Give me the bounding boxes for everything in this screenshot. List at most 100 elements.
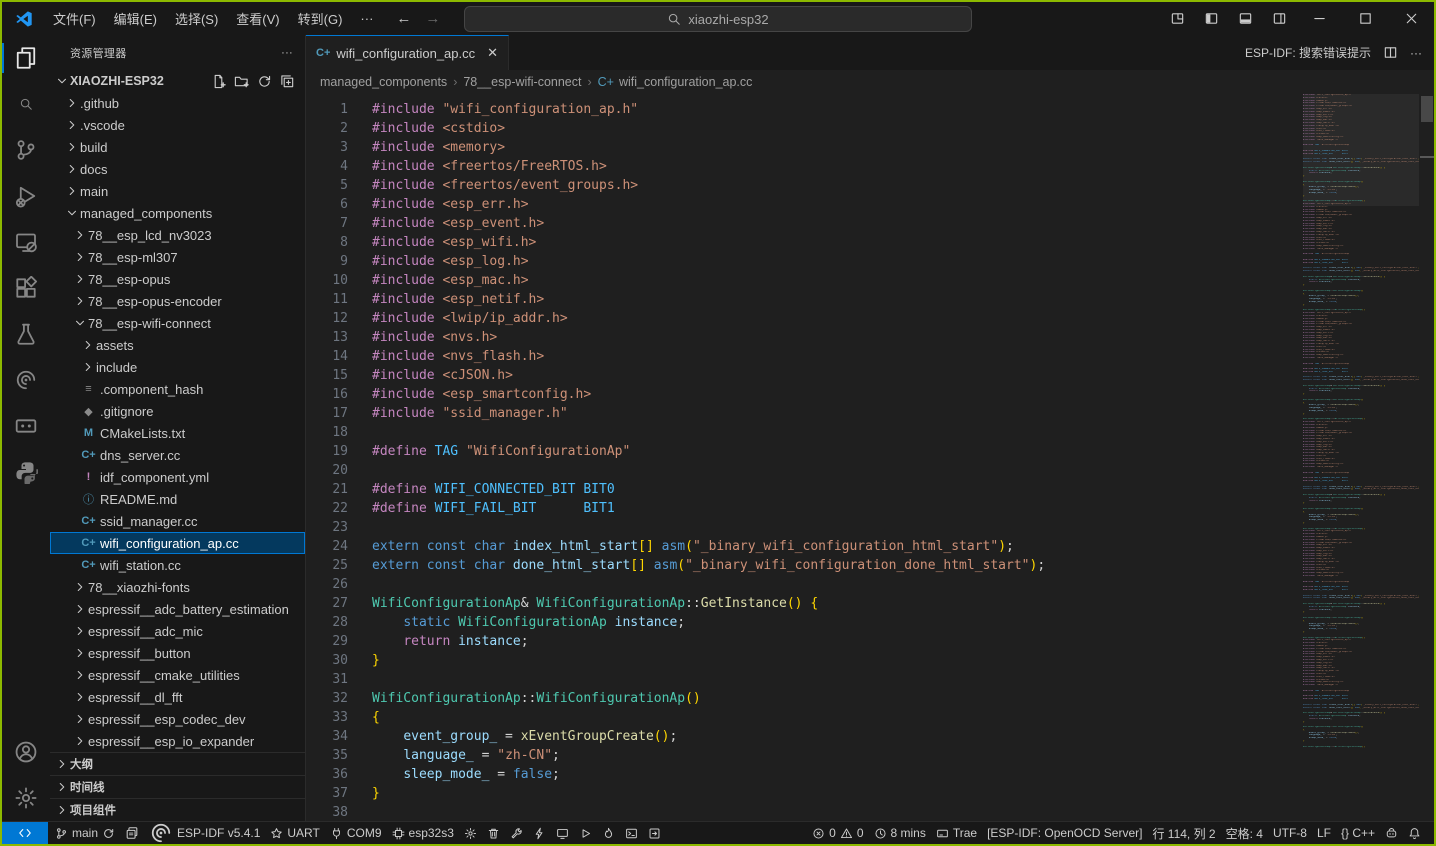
- tree-item-include[interactable]: include: [50, 356, 305, 378]
- collapse-all-icon[interactable]: [280, 74, 295, 89]
- status-cursor-position[interactable]: 行 114, 列 2: [1147, 822, 1220, 844]
- minimize-icon[interactable]: [1296, 2, 1342, 35]
- refresh-icon[interactable]: [257, 74, 272, 89]
- status-remote-indicator[interactable]: [2, 822, 48, 844]
- activity-extensions-icon[interactable]: [2, 265, 50, 311]
- split-editor-icon[interactable]: [1383, 45, 1398, 60]
- tree-item-dns-server-cc[interactable]: C+dns_server.cc: [50, 444, 305, 466]
- new-file-icon[interactable]: [211, 74, 226, 89]
- menu-file[interactable]: 文件(F): [44, 2, 105, 35]
- sidebar-section-时间线[interactable]: 时间线: [50, 775, 305, 798]
- code-editor[interactable]: 1#include "wifi_configuration_ap.h"2#inc…: [306, 94, 1434, 821]
- tree-item--component-hash[interactable]: ≡.component_hash: [50, 378, 305, 400]
- menu-selection[interactable]: 选择(S): [166, 2, 227, 35]
- tree-item-espressif-cmake-utilities[interactable]: espressif__cmake_utilities: [50, 664, 305, 686]
- tree-item-78-esp-opus-encoder[interactable]: 78__esp-opus-encoder: [50, 290, 305, 312]
- activity-serial-monitor-icon[interactable]: [2, 403, 50, 449]
- tree-item-wifi-configuration-ap-cc[interactable]: C+wifi_configuration_ap.cc: [50, 532, 305, 554]
- tree-item--vscode[interactable]: .vscode: [50, 114, 305, 136]
- tree-item-espressif-adc-mic[interactable]: espressif__adc_mic: [50, 620, 305, 642]
- tree-item-78-esp-ml307[interactable]: 78__esp-ml307: [50, 246, 305, 268]
- status-notifications[interactable]: [1403, 822, 1426, 844]
- status-espidf-version[interactable]: ESP-IDF v5.4.1: [144, 822, 265, 844]
- project-root-row[interactable]: XIAOZHI-ESP32: [50, 70, 305, 92]
- tree-item--gitignore[interactable]: ◆.gitignore: [50, 400, 305, 422]
- tree-item-espressif-adc-battery-estimation[interactable]: espressif__adc_battery_estimation: [50, 598, 305, 620]
- editor-more-button[interactable]: ···: [1410, 46, 1422, 60]
- status-indentation[interactable]: 空格: 4: [1221, 822, 1268, 844]
- status-build[interactable]: [505, 822, 528, 844]
- tree-item-78-esp-wifi-connect[interactable]: 78__esp-wifi-connect: [50, 312, 305, 334]
- status-full-clean[interactable]: [482, 822, 505, 844]
- tree-item-docs[interactable]: docs: [50, 158, 305, 180]
- activity-source-control-icon[interactable]: [2, 127, 50, 173]
- status-problems[interactable]: 00: [807, 822, 868, 844]
- status-eol[interactable]: LF: [1312, 822, 1336, 844]
- status-build-flash-monitor[interactable]: [597, 822, 620, 844]
- tree-item-idf-component-yml[interactable]: !idf_component.yml: [50, 466, 305, 488]
- vertical-scrollbar[interactable]: [1420, 94, 1434, 821]
- status-monitor[interactable]: [551, 822, 574, 844]
- new-folder-icon[interactable]: [234, 74, 249, 89]
- activity-account-icon[interactable]: [2, 729, 50, 775]
- espidf-hint-button[interactable]: ESP-IDF: 搜索错误提示: [1245, 44, 1371, 61]
- status-copilot[interactable]: [1380, 822, 1403, 844]
- tree-item-readme-md[interactable]: ⓘREADME.md: [50, 488, 305, 510]
- status-language-mode[interactable]: {} C++: [1336, 822, 1380, 844]
- panel-bottom-icon[interactable]: [1228, 2, 1262, 35]
- status-debug[interactable]: [574, 822, 597, 844]
- scrollbar-thumb[interactable]: [1421, 96, 1433, 122]
- sidebar-section-大纲[interactable]: 大纲: [50, 752, 305, 775]
- menu-view[interactable]: 查看(V): [227, 2, 288, 35]
- sidebar-more-button[interactable]: ···: [281, 47, 293, 59]
- status-coding-time[interactable]: 8 mins: [869, 822, 931, 844]
- status-idf-terminal[interactable]: [620, 822, 643, 844]
- minimap[interactable]: #include "wifi_configuration_ap.h"#inclu…: [1303, 94, 1419, 821]
- nav-forward-button[interactable]: →: [425, 10, 440, 27]
- tree-item-build[interactable]: build: [50, 136, 305, 158]
- tab-close-icon[interactable]: ✕: [487, 45, 498, 61]
- activity-testing-icon[interactable]: [2, 311, 50, 357]
- tree-item-cmakelists-txt[interactable]: MCMakeLists.txt: [50, 422, 305, 444]
- activity-espressif-icon[interactable]: [2, 357, 50, 403]
- tree-item-main[interactable]: main: [50, 180, 305, 202]
- tree-item-wifi-station-cc[interactable]: C+wifi_station.cc: [50, 554, 305, 576]
- tree-item-managed-components[interactable]: managed_components: [50, 202, 305, 224]
- panel-left-icon[interactable]: [1194, 2, 1228, 35]
- tree-item-espressif-esp-io-expander[interactable]: espressif__esp_io_expander: [50, 730, 305, 752]
- tab-wifi-configuration-ap[interactable]: C+ wifi_configuration_ap.cc ✕: [306, 35, 509, 70]
- menu-edit[interactable]: 编辑(E): [105, 2, 166, 35]
- panel-right-icon[interactable]: [1262, 2, 1296, 35]
- tree-item-78-esp-lcd-nv3023[interactable]: 78__esp_lcd_nv3023: [50, 224, 305, 246]
- tree-item--github[interactable]: .github: [50, 92, 305, 114]
- tree-item-assets[interactable]: assets: [50, 334, 305, 356]
- activity-explorer-icon[interactable]: [2, 35, 50, 81]
- breadcrumb-item[interactable]: 78__esp-wifi-connect: [463, 75, 581, 89]
- status-custom-task[interactable]: [643, 822, 666, 844]
- breadcrumb-item[interactable]: managed_components: [320, 75, 447, 89]
- nav-back-button[interactable]: ←: [396, 10, 411, 27]
- status-openocd-server[interactable]: [ESP-IDF: OpenOCD Server]: [982, 822, 1147, 844]
- tree-item-78-esp-opus[interactable]: 78__esp-opus: [50, 268, 305, 290]
- breadcrumb-item[interactable]: C+wifi_configuration_ap.cc: [598, 75, 753, 89]
- status-device-target[interactable]: esp32s3: [387, 822, 459, 844]
- status-flash[interactable]: [528, 822, 551, 844]
- status-encoding[interactable]: UTF-8: [1268, 822, 1312, 844]
- status-flash-method[interactable]: [120, 822, 144, 844]
- maximize-icon[interactable]: [1342, 2, 1388, 35]
- tree-item-78-xiaozhi-fonts[interactable]: 78__xiaozhi-fonts: [50, 576, 305, 598]
- activity-run-debug-icon[interactable]: [2, 173, 50, 219]
- status-menuconfig[interactable]: [459, 822, 482, 844]
- activity-python-icon[interactable]: [2, 449, 50, 495]
- tree-item-espressif-button[interactable]: espressif__button: [50, 642, 305, 664]
- status-com-port[interactable]: COM9: [325, 822, 387, 844]
- sidebar-section-项目组件[interactable]: 项目组件: [50, 798, 305, 821]
- activity-search-icon[interactable]: [2, 81, 50, 127]
- activity-settings-gear-icon[interactable]: [2, 775, 50, 821]
- status-uart[interactable]: UART: [265, 822, 324, 844]
- close-icon[interactable]: [1388, 2, 1434, 35]
- status-trae[interactable]: Trae: [931, 822, 982, 844]
- layout-icon[interactable]: [1160, 2, 1194, 35]
- activity-remote-explorer-icon[interactable]: [2, 219, 50, 265]
- menu-goto[interactable]: 转到(G): [289, 2, 352, 35]
